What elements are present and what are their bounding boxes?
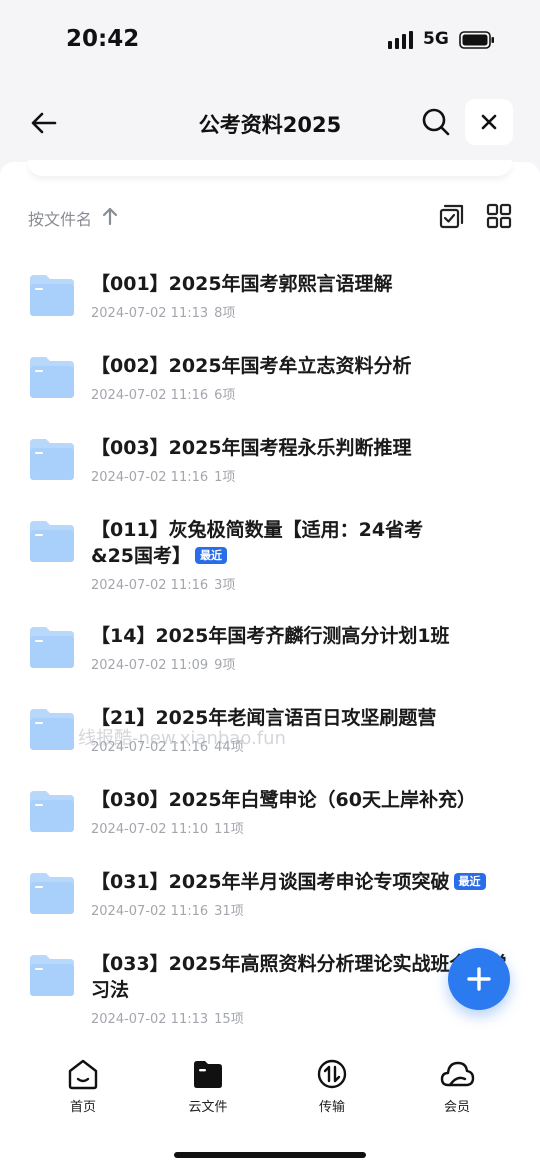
status-time: 20:42 — [66, 26, 140, 52]
tab-membership[interactable]: 会员 — [412, 1058, 502, 1115]
recent-badge: 最近 — [453, 873, 486, 890]
folder-meta: 2024-07-02 11:16 6项 — [91, 388, 236, 403]
panel-card-edge — [28, 160, 512, 176]
home-icon — [68, 1059, 98, 1090]
folder-meta: 2024-07-02 11:16 1项 — [91, 470, 236, 485]
folder-meta: 2024-07-02 11:16 3项 — [91, 578, 236, 593]
folder-icon — [30, 955, 74, 996]
close-button[interactable] — [465, 99, 513, 145]
tab-label: 首页 — [69, 1100, 96, 1115]
folder-icon — [30, 275, 74, 316]
multi-select-icon[interactable] — [438, 202, 466, 230]
navigation-bar: 公考资料2025 — [0, 95, 540, 150]
bottom-tab-bar: 首页 云文件 传输 会员 — [0, 1050, 540, 1130]
tab-transfer[interactable]: 传输 — [287, 1058, 377, 1115]
close-icon — [481, 114, 497, 130]
search-icon[interactable] — [420, 106, 452, 138]
folder-icon — [30, 709, 74, 750]
folder-meta: 2024-07-02 11:10 11项 — [91, 822, 244, 837]
folder-name: 【14】2025年国考齐麟行测高分计划1班 — [91, 625, 450, 647]
home-indicator — [174, 1152, 366, 1158]
sort-by-name-button[interactable]: 按文件名 — [28, 206, 92, 230]
watermark: 线报酷-new.xianbao.fun — [78, 728, 286, 749]
folder-icon — [30, 357, 74, 398]
folder-icon — [30, 521, 74, 562]
grid-view-icon[interactable] — [485, 202, 513, 230]
tab-label: 会员 — [443, 1100, 470, 1115]
tab-cloud-files[interactable]: 云文件 — [163, 1058, 253, 1115]
folder-name: 【011】灰兔极简数量【适用：24省考&25国考】 最近 — [91, 519, 424, 567]
folder-icon — [30, 873, 74, 914]
page-title: 公考资料2025 — [198, 113, 342, 137]
membership-cloud-icon — [440, 1061, 475, 1087]
network-type: 5G — [423, 29, 449, 49]
folder-name: 【003】2025年国考程永乐判断推理 — [91, 437, 412, 459]
folder-name: 【001】2025年国考郭熙言语理解 — [91, 273, 393, 295]
sort-bar: 按文件名 — [0, 196, 540, 240]
add-button[interactable] — [448, 948, 510, 1010]
recent-badge: 最近 — [195, 547, 228, 564]
folder-name: 【002】2025年国考牟立志资料分析 — [91, 355, 412, 377]
folder-name: 【031】2025年半月谈国考申论专项突破 最近 — [91, 869, 521, 895]
status-bar: 20:42 5G — [0, 0, 540, 80]
file-panel — [0, 162, 540, 1170]
tab-label: 传输 — [318, 1100, 345, 1115]
transfer-icon — [317, 1059, 347, 1089]
sort-ascending-icon[interactable] — [101, 206, 119, 226]
folder-meta: 2024-07-02 11:09 9项 — [91, 658, 236, 673]
plus-icon — [467, 967, 491, 991]
signal-icon — [388, 31, 413, 49]
folder-meta: 2024-07-02 11:16 31项 — [91, 904, 244, 919]
battery-icon — [459, 31, 494, 49]
tab-home[interactable]: 首页 — [38, 1058, 128, 1115]
folder-icon — [30, 627, 74, 668]
tab-label: 云文件 — [188, 1100, 228, 1115]
folder-icon — [30, 791, 74, 832]
folder-icon — [30, 439, 74, 480]
folder-meta: 2024-07-02 11:13 8项 — [91, 306, 236, 321]
folder-meta: 2024-07-02 11:13 15项 — [91, 1012, 244, 1027]
folder-name: 【030】2025年白鹭申论（60天上岸补充） — [91, 789, 476, 811]
cloud-file-icon — [194, 1061, 222, 1088]
